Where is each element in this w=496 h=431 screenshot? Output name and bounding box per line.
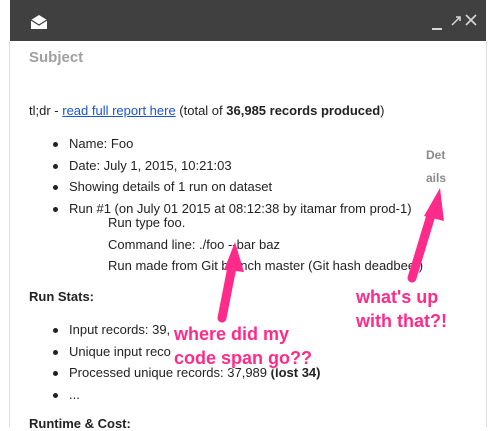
details-label-part: Det [426,148,446,162]
annotation-line: code span go?? [174,348,313,368]
list-item: Run type foo. [108,215,186,230]
annotation-line: with that?! [356,311,447,331]
list-item: ... [52,385,320,407]
run-details-list: Run type foo. Command line: ./foo --bar … [91,213,423,278]
annotation-line: where did my [174,324,290,344]
annotation-details: what's up with that?! [356,285,447,333]
list-item: Name: Foo [52,134,412,156]
tldr-mid: (total of [175,103,227,118]
envelope-open-icon [30,15,48,29]
annotation-line: what's up [356,287,439,307]
window-border [9,41,10,427]
run-stats-heading: Run Stats: [29,289,94,304]
tldr-line: tl;dr - read full report here (total of … [29,103,385,118]
tldr-record-count: 36,985 records produced [226,103,381,118]
annotation-code-span: where did my code span go?? [174,322,312,370]
close-icon[interactable] [465,14,477,26]
list-item: Showing details of 1 run on dataset [52,177,412,199]
details-label-part: ails [426,171,447,185]
summary-list: Name: Foo Date: July 1, 2015, 10:21:03 S… [52,134,412,220]
details-label: Det ails [426,144,458,190]
list-item: Run made from Git branch master (Git has… [108,258,424,273]
runtime-cost-heading: Runtime & Cost: [29,416,131,431]
full-report-link[interactable]: read full report here [62,103,175,118]
list-item: Command line: ./foo --bar baz [108,236,280,252]
tldr-prefix: tl;dr - [29,103,63,118]
tldr-suffix: ) [380,103,385,118]
email-subject: Subject [29,49,84,66]
maximize-icon[interactable] [451,16,461,26]
minimize-icon[interactable] [432,28,442,30]
window-border [486,41,487,427]
window-titlebar [10,0,486,41]
list-item: Date: July 1, 2015, 10:21:03 [52,156,412,178]
